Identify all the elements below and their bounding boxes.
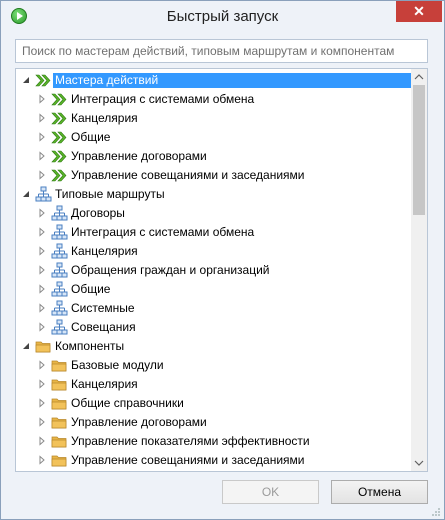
tree-item-label: Типовые маршруты	[55, 187, 165, 201]
collapsed-arrow-icon[interactable]	[37, 246, 47, 256]
window-title: Быстрый запуск	[166, 8, 279, 25]
collapsed-arrow-icon[interactable]	[37, 94, 47, 104]
expanded-arrow-icon[interactable]	[21, 75, 31, 85]
resize-grip-icon[interactable]	[431, 506, 441, 516]
tree-item[interactable]: Управление показателями эффективности	[16, 432, 411, 451]
expanded-arrow-icon[interactable]	[21, 341, 31, 351]
close-button[interactable]: ✕	[396, 1, 442, 22]
tree-item[interactable]: Управление договорами	[16, 147, 411, 166]
tree-item-label: Управление договорами	[71, 149, 207, 163]
collapsed-arrow-icon[interactable]	[37, 113, 47, 123]
tree-item-label: Общие	[71, 282, 111, 296]
folder-icon	[51, 414, 68, 431]
collapsed-arrow-icon[interactable]	[37, 170, 47, 180]
collapsed-arrow-icon[interactable]	[37, 455, 47, 465]
route-icon	[51, 262, 68, 279]
tree-item[interactable]: Мастера действий	[16, 71, 411, 90]
tree-item[interactable]: Системные	[16, 299, 411, 318]
collapsed-arrow-icon[interactable]	[37, 360, 47, 370]
scroll-thumb[interactable]	[413, 85, 425, 215]
folder-icon	[35, 338, 52, 355]
folder-icon	[51, 376, 68, 393]
collapsed-arrow-icon[interactable]	[37, 417, 47, 427]
tree-item-label: Интеграция с системами обмена	[71, 225, 255, 239]
tree-item[interactable]: Общие	[16, 128, 411, 147]
collapsed-arrow-icon[interactable]	[37, 436, 47, 446]
quick-launch-dialog: Быстрый запуск ✕ Мастера действий Интегра…	[0, 0, 445, 520]
tree-item-label: Управление показателями эффективности	[71, 434, 310, 448]
folder-icon	[51, 452, 68, 469]
tree-item-label: Совещания	[71, 320, 136, 334]
route-icon	[35, 186, 52, 203]
ok-button[interactable]: OK	[222, 480, 319, 504]
search-field[interactable]	[15, 39, 428, 63]
tree-item-label: Канцелярия	[71, 244, 138, 258]
collapsed-arrow-icon[interactable]	[37, 208, 47, 218]
tree-item[interactable]: Типовые маршруты	[16, 185, 411, 204]
wizard-icon	[51, 129, 68, 146]
tree-item-label: Интеграция с системами обмена	[71, 92, 255, 106]
tree-item[interactable]: Интеграция с системами обмена	[16, 223, 411, 242]
wizard-icon	[51, 148, 68, 165]
tree-item-label: Управление совещаниями и заседаниями	[71, 168, 305, 182]
scroll-up-icon[interactable]	[411, 69, 427, 85]
tree-item-label: Системные	[71, 301, 135, 315]
collapsed-arrow-icon[interactable]	[37, 151, 47, 161]
tree-item-label: Компоненты	[55, 339, 125, 353]
tree-item[interactable]: Канцелярия	[16, 109, 411, 128]
tree-item[interactable]: Договоры	[16, 204, 411, 223]
tree-item-label: Общие справочники	[71, 396, 184, 410]
tree-item[interactable]: Совещания	[16, 318, 411, 337]
tree-item[interactable]: Обращения граждан и организаций	[16, 261, 411, 280]
tree-item[interactable]: Канцелярия	[16, 242, 411, 261]
route-icon	[51, 300, 68, 317]
collapsed-arrow-icon[interactable]	[37, 227, 47, 237]
tree-item[interactable]: Канцелярия	[16, 375, 411, 394]
tree-item-label: Общие	[71, 130, 111, 144]
folder-icon	[51, 357, 68, 374]
route-icon	[51, 224, 68, 241]
collapsed-arrow-icon[interactable]	[37, 265, 47, 275]
collapsed-arrow-icon[interactable]	[37, 398, 47, 408]
collapsed-arrow-icon[interactable]	[37, 379, 47, 389]
wizard-icon	[35, 72, 52, 89]
route-icon	[51, 319, 68, 336]
tree-item-label: Обращения граждан и организаций	[71, 263, 270, 277]
route-icon	[51, 205, 68, 222]
tree-item[interactable]: Управление договорами	[16, 413, 411, 432]
vertical-scrollbar[interactable]	[411, 69, 427, 471]
folder-icon	[51, 433, 68, 450]
tree-item-label: Управление совещаниями и заседаниями	[71, 453, 305, 467]
wizard-icon	[51, 91, 68, 108]
collapsed-arrow-icon[interactable]	[37, 303, 47, 313]
route-icon	[51, 243, 68, 260]
tree-item-label: Канцелярия	[71, 377, 138, 391]
launch-tree[interactable]: Мастера действий Интеграция с системами о…	[15, 68, 428, 472]
tree-item-label: Управление договорами	[71, 415, 207, 429]
collapsed-arrow-icon[interactable]	[37, 132, 47, 142]
search-input[interactable]	[16, 40, 427, 62]
collapsed-arrow-icon[interactable]	[37, 322, 47, 332]
expanded-arrow-icon[interactable]	[21, 189, 31, 199]
wizard-icon	[51, 167, 68, 184]
tree-item-label: Базовые модули	[71, 358, 164, 372]
tree-item[interactable]: Компоненты	[16, 337, 411, 356]
tree-item[interactable]: Общие	[16, 280, 411, 299]
tree-item[interactable]: Интеграция с системами обмена	[16, 90, 411, 109]
folder-icon	[51, 395, 68, 412]
tree-item-label: Договоры	[71, 206, 125, 220]
tree-rows: Мастера действий Интеграция с системами о…	[16, 71, 411, 470]
route-icon	[51, 281, 68, 298]
tree-item-label: Канцелярия	[71, 111, 138, 125]
scroll-down-icon[interactable]	[411, 455, 427, 471]
wizard-icon	[51, 110, 68, 127]
tree-item[interactable]: Управление совещаниями и заседаниями	[16, 166, 411, 185]
tree-item[interactable]: Общие справочники	[16, 394, 411, 413]
tree-item-label: Мастера действий	[53, 73, 411, 88]
tree-item[interactable]: Базовые модули	[16, 356, 411, 375]
tree-item[interactable]: Управление совещаниями и заседаниями	[16, 451, 411, 470]
title-bar[interactable]: Быстрый запуск ✕	[1, 1, 444, 31]
cancel-button[interactable]: Отмена	[331, 480, 428, 504]
collapsed-arrow-icon[interactable]	[37, 284, 47, 294]
